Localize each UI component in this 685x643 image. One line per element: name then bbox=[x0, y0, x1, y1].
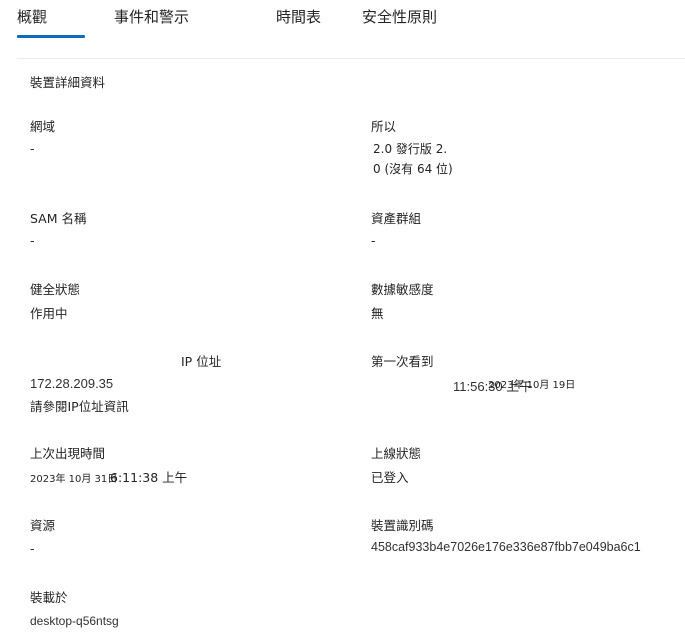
ip-address-label: IP 位址 bbox=[181, 354, 222, 369]
os-value-line2: 0 (沒有 64 位) bbox=[373, 162, 453, 176]
sam-name-value: - bbox=[30, 233, 35, 248]
section-title: 裝置詳細資料 bbox=[30, 75, 106, 90]
health-label: 健全狀態 bbox=[30, 282, 81, 297]
device-id-label: 裝置識別碼 bbox=[371, 518, 434, 533]
last-seen-label: 上次出現時間 bbox=[30, 446, 106, 461]
os-label: 所以 bbox=[371, 119, 397, 134]
source-value: - bbox=[30, 541, 35, 556]
first-seen-date: 2023年 10月 19日 bbox=[488, 380, 576, 391]
asset-group-value: - bbox=[371, 233, 376, 248]
ip-address-value: 172.28.209.35 bbox=[30, 376, 114, 391]
sam-name-label: SAM 名稱 bbox=[30, 211, 87, 226]
tab-overview[interactable]: 概觀 bbox=[17, 6, 47, 27]
last-seen-date: 2023年 10月 31日 bbox=[30, 474, 118, 485]
active-tab-indicator bbox=[17, 35, 85, 38]
asset-group-label: 資產群組 bbox=[371, 211, 422, 226]
tab-incidents-alerts[interactable]: 事件和警示 bbox=[114, 6, 189, 27]
onboarding-status-value: 已登入 bbox=[371, 470, 409, 485]
tab-security-policies[interactable]: 安全性原則 bbox=[362, 6, 437, 27]
domain-value: - bbox=[30, 141, 35, 156]
loaded-on-label: 裝載於 bbox=[30, 590, 68, 605]
ip-info-link[interactable]: 請參閱IP位址資訊 bbox=[30, 396, 129, 415]
sensitivity-value: 無 bbox=[371, 306, 384, 321]
source-label: 資源 bbox=[30, 518, 56, 533]
domain-label: 網域 bbox=[30, 119, 56, 134]
health-value: 作用中 bbox=[30, 306, 68, 321]
sensitivity-label: 數據敏感度 bbox=[371, 282, 434, 297]
onboarding-status-label: 上線狀態 bbox=[371, 446, 422, 461]
tab-bar: 概觀 事件和警示 時間表 安全性原則 bbox=[0, 0, 685, 40]
first-seen-label: 第一次看到 bbox=[371, 354, 434, 369]
os-value-line1: 2.0 發行版 2. bbox=[373, 142, 448, 156]
device-id-value: 458caf933b4e7026e176e336e87fbb7e049ba6c1 bbox=[371, 540, 641, 554]
last-seen-time: 6:11:38 上午 bbox=[110, 470, 188, 485]
tab-timeline[interactable]: 時間表 bbox=[276, 6, 321, 27]
tabs-divider bbox=[17, 58, 685, 59]
loaded-on-value: desktop-q56ntsg bbox=[30, 614, 119, 628]
